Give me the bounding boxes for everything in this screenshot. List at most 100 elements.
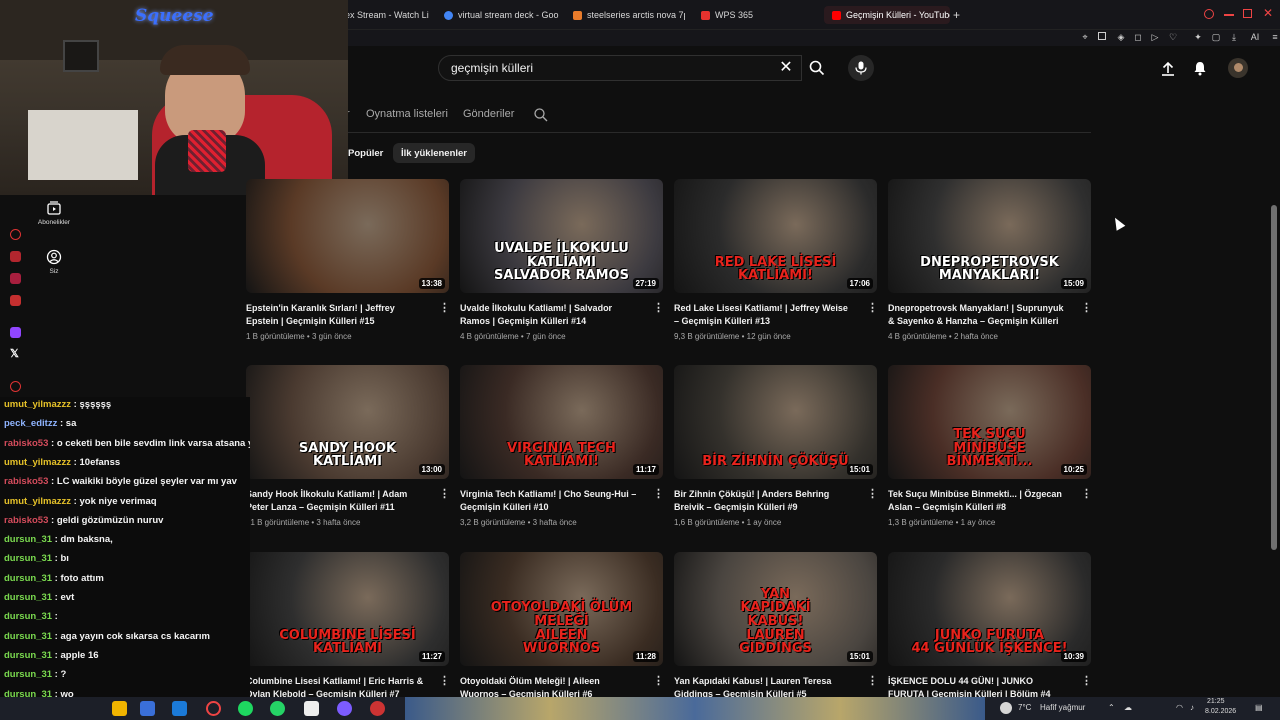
video-thumbnail[interactable]: UVALDE İLKOKULU KATLİAMI SALVADOR RAMOS 2… — [460, 179, 663, 293]
volume-icon[interactable]: ♪ — [1190, 703, 1194, 712]
video-card[interactable]: BİR ZİHNİN ÇÖKÜŞÜ 15:01 Bir Zihnin Çöküşü!… — [674, 365, 878, 527]
notifications-button[interactable] — [1190, 58, 1210, 78]
video-card[interactable]: JUNKO FURUTA 44 GÜNLÜK İŞKENCE! 10:39 İŞKE… — [888, 552, 1092, 701]
browser-tab-2[interactable]: steelseries arctis nova 7p — [573, 6, 685, 24]
more-options-icon[interactable]: ⋮ — [653, 489, 664, 500]
video-title[interactable]: Bir Zihnin Çöküşü! | Anders Behring Brei… — [674, 488, 854, 514]
scrollbar-thumb[interactable] — [1271, 205, 1277, 550]
more-options-icon[interactable]: ⋮ — [439, 676, 450, 687]
store-icon[interactable] — [140, 701, 155, 716]
more-options-icon[interactable]: ⋮ — [867, 676, 878, 687]
video-thumbnail[interactable]: RED LAKE LİSESİ KATLİAMI! 17:06 — [674, 179, 877, 293]
more-options-icon[interactable]: ⋮ — [1081, 676, 1092, 687]
video-card[interactable]: 13:38 Epstein'in Karanlık Sırları! | Jeff… — [246, 179, 450, 341]
video-thumbnail[interactable]: TEK SUÇU MİNİBÜSE BİNMEKTİ... 10:25 — [888, 365, 1091, 479]
screenshot-icon[interactable] — [1098, 32, 1106, 40]
video-card[interactable]: UVALDE İLKOKULU KATLİAMI SALVADOR RAMOS 2… — [460, 179, 664, 341]
video-thumbnail[interactable]: OTOYOLDAKİ ÖLÜM MELEĞİ AILEEN WUORNOS 11:… — [460, 552, 663, 666]
video-thumbnail[interactable]: COLUMBINE LİSESİ KATLİAMI 11:27 — [246, 552, 449, 666]
download-icon[interactable]: ⤓ — [1229, 32, 1239, 42]
browser-tab-0[interactable]: ex Stream - Watch Li — [345, 6, 435, 24]
more-options-icon[interactable]: ⋮ — [1081, 303, 1092, 314]
pin-icon[interactable]: ⌖ — [1080, 32, 1090, 42]
upload-button[interactable] — [1158, 58, 1178, 78]
ai-icon[interactable]: AI — [1247, 32, 1263, 42]
app-icon[interactable] — [304, 701, 319, 716]
tab-posts[interactable]: Gönderiler — [463, 108, 514, 120]
video-thumbnail[interactable]: YAN KAPIDAKİ KABUS! LAUREN GIDDINGS 15:01 — [674, 552, 877, 666]
video-title[interactable]: Red Lake Lisesi Katliamı! | Jeffrey Weis… — [674, 302, 854, 328]
heart-icon[interactable]: ♡ — [1168, 32, 1178, 42]
search-tabs-icon[interactable] — [1204, 9, 1214, 19]
wifi-icon[interactable]: ◠ — [1176, 703, 1183, 712]
spotify-icon[interactable] — [238, 701, 253, 716]
clock-time[interactable]: 21:25 — [1207, 698, 1225, 705]
browser-tab-active[interactable]: Geçmişin Külleri - YouTube — [824, 6, 950, 24]
tray-chevron-icon[interactable]: ⌃ — [1108, 703, 1115, 712]
video-thumbnail[interactable]: 13:38 — [246, 179, 449, 293]
collections-icon[interactable]: ▢ — [1211, 32, 1221, 42]
file-explorer-icon[interactable] — [112, 701, 127, 716]
more-options-icon[interactable]: ⋮ — [439, 303, 450, 314]
shield-icon[interactable]: ◈ — [1116, 32, 1126, 42]
edge-icon[interactable] — [172, 701, 187, 716]
notification-icon[interactable]: ▤ — [1255, 703, 1263, 712]
nav-subscriptions[interactable]: Abonelikler — [30, 200, 78, 226]
voice-search-button[interactable] — [848, 55, 874, 81]
chat-message: umut_yilmazzz : yok niye verimaq — [4, 496, 157, 507]
video-card[interactable]: DNEPROPETROVSK MANYAKLARI! 15:09 Dnepropet… — [888, 179, 1092, 341]
meta-separator: • — [953, 518, 961, 527]
nav-you[interactable]: Siz — [30, 249, 78, 275]
chip-oldest[interactable]: İlk yüklenenler — [393, 143, 476, 163]
video-card[interactable]: SANDY HOOK KATLİAMI 13:00 Sandy Hook İlkok… — [246, 365, 450, 527]
chat-separator: : — [57, 418, 66, 430]
opera-icon[interactable] — [206, 701, 221, 716]
menu-icon[interactable]: ≡ — [1270, 32, 1280, 42]
more-options-icon[interactable]: ⋮ — [439, 489, 450, 500]
channel-search-button[interactable] — [534, 108, 548, 127]
more-options-icon[interactable]: ⋮ — [653, 303, 664, 314]
video-card[interactable]: RED LAKE LİSESİ KATLİAMI! 17:06 Red Lake L… — [674, 179, 878, 341]
video-title[interactable]: Dnepropetrovsk Manyakları! | Suprunyuk &… — [888, 302, 1068, 328]
video-thumbnail[interactable]: BİR ZİHNİN ÇÖKÜŞÜ 15:01 — [674, 365, 877, 479]
video-title[interactable]: Sandy Hook İlkokulu Katliamı! | Adam Pet… — [246, 488, 426, 514]
video-card[interactable]: COLUMBINE LİSESİ KATLİAMI 11:27 Columbine … — [246, 552, 450, 701]
cube-icon[interactable]: ◻ — [1133, 32, 1143, 42]
close-window-icon[interactable]: ✕ — [1263, 6, 1273, 20]
video-title[interactable]: Virginia Tech Katliamı! | Cho Seung-Hui … — [460, 488, 640, 514]
new-tab-button[interactable]: + — [953, 6, 963, 24]
video-title[interactable]: Epstein'in Karanlık Sırları! | Jeffrey E… — [246, 302, 426, 328]
video-card[interactable]: YAN KAPIDAKİ KABUS! LAUREN GIDDINGS 15:01… — [674, 552, 878, 701]
browser-tab-1[interactable]: virtual stream deck - Goo — [444, 6, 560, 24]
video-meta: 1,3 B görüntüleme • 1 ay önce — [888, 518, 1091, 527]
account-avatar[interactable] — [1228, 58, 1248, 78]
obs-icon[interactable] — [370, 701, 385, 716]
minimize-icon[interactable] — [1224, 14, 1234, 16]
maximize-icon[interactable] — [1243, 9, 1252, 18]
discord-icon[interactable] — [337, 701, 352, 716]
more-options-icon[interactable]: ⋮ — [1081, 489, 1092, 500]
video-thumbnail[interactable]: VIRGINIA TECH KATLİAMI! 11:17 — [460, 365, 663, 479]
play-icon[interactable]: ▷ — [1150, 32, 1160, 42]
video-card[interactable]: VIRGINIA TECH KATLİAMI! 11:17 Virginia Tec… — [460, 365, 664, 527]
video-thumbnail[interactable]: SANDY HOOK KATLİAMI 13:00 — [246, 365, 449, 479]
video-title[interactable]: Uvalde İlkokulu Katliamı! | Salvador Ram… — [460, 302, 640, 328]
video-card[interactable]: OTOYOLDAKİ ÖLÜM MELEĞİ AILEEN WUORNOS 11:… — [460, 552, 664, 701]
video-thumbnail[interactable]: JUNKO FURUTA 44 GÜNLÜK İŞKENCE! 10:39 — [888, 552, 1091, 666]
more-options-icon[interactable]: ⋮ — [653, 676, 664, 687]
clock-date[interactable]: 8.02.2026 — [1205, 708, 1236, 715]
browser-tab-3[interactable]: WPS 365 — [701, 6, 781, 24]
search-input[interactable]: geçmişin külleri — [438, 55, 802, 81]
video-meta: 4 B görüntüleme • 7 gün önce — [460, 332, 663, 341]
video-card[interactable]: TEK SUÇU MİNİBÜSE BİNMEKTİ... 10:25 Tek Su… — [888, 365, 1092, 527]
extensions-icon[interactable]: ✦ — [1193, 32, 1203, 42]
video-title[interactable]: Tek Suçu Minibüse Binmekti... | Özgecan … — [888, 488, 1068, 514]
tab-playlists[interactable]: Oynatma listeleri — [366, 108, 448, 120]
whatsapp-icon[interactable] — [270, 701, 285, 716]
more-options-icon[interactable]: ⋮ — [867, 303, 878, 314]
clear-search-button[interactable]: ✕ — [776, 58, 796, 78]
video-thumbnail[interactable]: DNEPROPETROVSK MANYAKLARI! 15:09 — [888, 179, 1091, 293]
cloud-icon[interactable]: ☁ — [1124, 703, 1132, 712]
more-options-icon[interactable]: ⋮ — [867, 489, 878, 500]
search-button[interactable] — [802, 55, 832, 81]
